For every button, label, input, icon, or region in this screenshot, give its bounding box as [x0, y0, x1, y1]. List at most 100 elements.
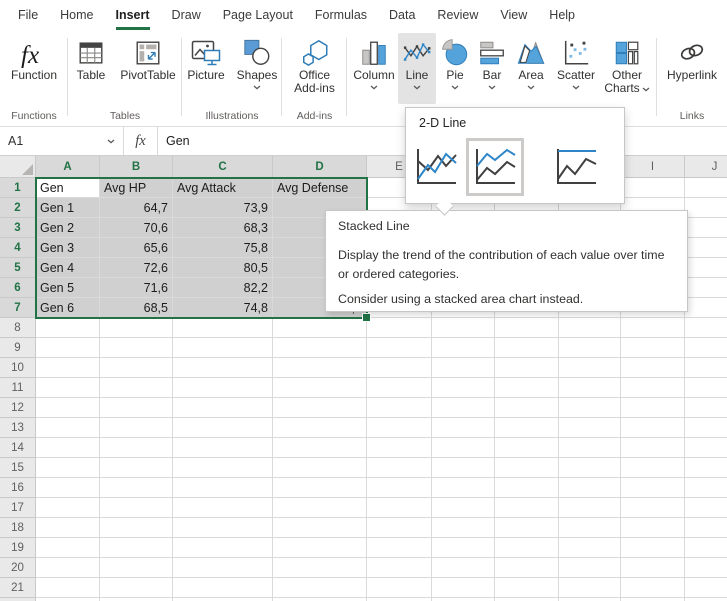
- cell-I9[interactable]: [621, 338, 685, 358]
- row-header-13[interactable]: 13: [0, 418, 36, 438]
- cell-G17[interactable]: [495, 498, 559, 518]
- cell-A18[interactable]: [36, 518, 100, 538]
- cell-C18[interactable]: [173, 518, 273, 538]
- cell-B18[interactable]: [100, 518, 173, 538]
- cell-I8[interactable]: [621, 318, 685, 338]
- cell-F20[interactable]: [432, 558, 495, 578]
- cell-G13[interactable]: [495, 418, 559, 438]
- cell-A15[interactable]: [36, 458, 100, 478]
- cell-F14[interactable]: [432, 438, 495, 458]
- cell-E14[interactable]: [367, 438, 432, 458]
- area-chart-button[interactable]: Area: [511, 33, 551, 92]
- column-header-B[interactable]: B: [100, 156, 173, 178]
- cell-E8[interactable]: [367, 318, 432, 338]
- select-all-corner[interactable]: [0, 156, 36, 178]
- pivottable-button[interactable]: PivotTable: [115, 33, 181, 84]
- cell-C21[interactable]: [173, 578, 273, 598]
- cell-G15[interactable]: [495, 458, 559, 478]
- cell-D21[interactable]: [273, 578, 367, 598]
- cell-D18[interactable]: [273, 518, 367, 538]
- cell-B7[interactable]: 68,5: [100, 298, 173, 318]
- cell-J2[interactable]: [685, 198, 727, 218]
- cell-G18[interactable]: [495, 518, 559, 538]
- cell-I13[interactable]: [621, 418, 685, 438]
- cell-I16[interactable]: [621, 478, 685, 498]
- cell-A10[interactable]: [36, 358, 100, 378]
- cell-I10[interactable]: [621, 358, 685, 378]
- cell-E18[interactable]: [367, 518, 432, 538]
- cell-H21[interactable]: [559, 578, 621, 598]
- cell-J18[interactable]: [685, 518, 727, 538]
- row-header-20[interactable]: 20: [0, 558, 36, 578]
- cell-B17[interactable]: [100, 498, 173, 518]
- row-header-5[interactable]: 5: [0, 258, 36, 278]
- cell-H8[interactable]: [559, 318, 621, 338]
- cell-H15[interactable]: [559, 458, 621, 478]
- cell-F16[interactable]: [432, 478, 495, 498]
- column-header-A[interactable]: A: [36, 156, 100, 178]
- row-header-11[interactable]: 11: [0, 378, 36, 398]
- chevron-down-icon[interactable]: [527, 85, 535, 90]
- chevron-down-icon[interactable]: [413, 85, 421, 90]
- cell-F11[interactable]: [432, 378, 495, 398]
- chevron-down-icon[interactable]: [642, 87, 650, 92]
- chevron-down-icon[interactable]: [488, 85, 496, 90]
- cell-E9[interactable]: [367, 338, 432, 358]
- tab-help[interactable]: Help: [538, 0, 586, 30]
- cell-J6[interactable]: [685, 278, 727, 298]
- cell-I14[interactable]: [621, 438, 685, 458]
- cell-I20[interactable]: [621, 558, 685, 578]
- cell-E16[interactable]: [367, 478, 432, 498]
- cell-J19[interactable]: [685, 538, 727, 558]
- cell-C17[interactable]: [173, 498, 273, 518]
- tab-draw[interactable]: Draw: [161, 0, 212, 30]
- cell-E17[interactable]: [367, 498, 432, 518]
- cell-D16[interactable]: [273, 478, 367, 498]
- insert-function-button[interactable]: fx: [124, 127, 158, 155]
- cell-G10[interactable]: [495, 358, 559, 378]
- cell-B3[interactable]: 70,6: [100, 218, 173, 238]
- chevron-down-icon[interactable]: [253, 85, 261, 90]
- cell-A19[interactable]: [36, 538, 100, 558]
- row-header-14[interactable]: 14: [0, 438, 36, 458]
- cell-F9[interactable]: [432, 338, 495, 358]
- cell-A7[interactable]: Gen 6: [36, 298, 100, 318]
- cell-A16[interactable]: [36, 478, 100, 498]
- cell-E15[interactable]: [367, 458, 432, 478]
- column-header-C[interactable]: C: [173, 156, 273, 178]
- cell-H14[interactable]: [559, 438, 621, 458]
- cell-G12[interactable]: [495, 398, 559, 418]
- cell-D17[interactable]: [273, 498, 367, 518]
- chevron-down-icon[interactable]: [370, 85, 378, 90]
- cell-B13[interactable]: [100, 418, 173, 438]
- cell-C12[interactable]: [173, 398, 273, 418]
- cell-I17[interactable]: [621, 498, 685, 518]
- cell-J20[interactable]: [685, 558, 727, 578]
- cell-D11[interactable]: [273, 378, 367, 398]
- cell-F18[interactable]: [432, 518, 495, 538]
- cell-F17[interactable]: [432, 498, 495, 518]
- cell-A12[interactable]: [36, 398, 100, 418]
- cell-E10[interactable]: [367, 358, 432, 378]
- cell-J21[interactable]: [685, 578, 727, 598]
- cell-A2[interactable]: Gen 1: [36, 198, 100, 218]
- cell-E13[interactable]: [367, 418, 432, 438]
- cell-B16[interactable]: [100, 478, 173, 498]
- cell-I21[interactable]: [621, 578, 685, 598]
- row-header-17[interactable]: 17: [0, 498, 36, 518]
- cell-B14[interactable]: [100, 438, 173, 458]
- cell-F19[interactable]: [432, 538, 495, 558]
- cell-H19[interactable]: [559, 538, 621, 558]
- cell-A13[interactable]: [36, 418, 100, 438]
- cell-E21[interactable]: [367, 578, 432, 598]
- cell-I15[interactable]: [621, 458, 685, 478]
- column-chart-button[interactable]: Column: [351, 33, 397, 92]
- cell-B9[interactable]: [100, 338, 173, 358]
- row-header-19[interactable]: 19: [0, 538, 36, 558]
- cell-C3[interactable]: 68,3: [173, 218, 273, 238]
- cell-J4[interactable]: [685, 238, 727, 258]
- cell-I11[interactable]: [621, 378, 685, 398]
- cell-B19[interactable]: [100, 538, 173, 558]
- row-header-4[interactable]: 4: [0, 238, 36, 258]
- cell-J5[interactable]: [685, 258, 727, 278]
